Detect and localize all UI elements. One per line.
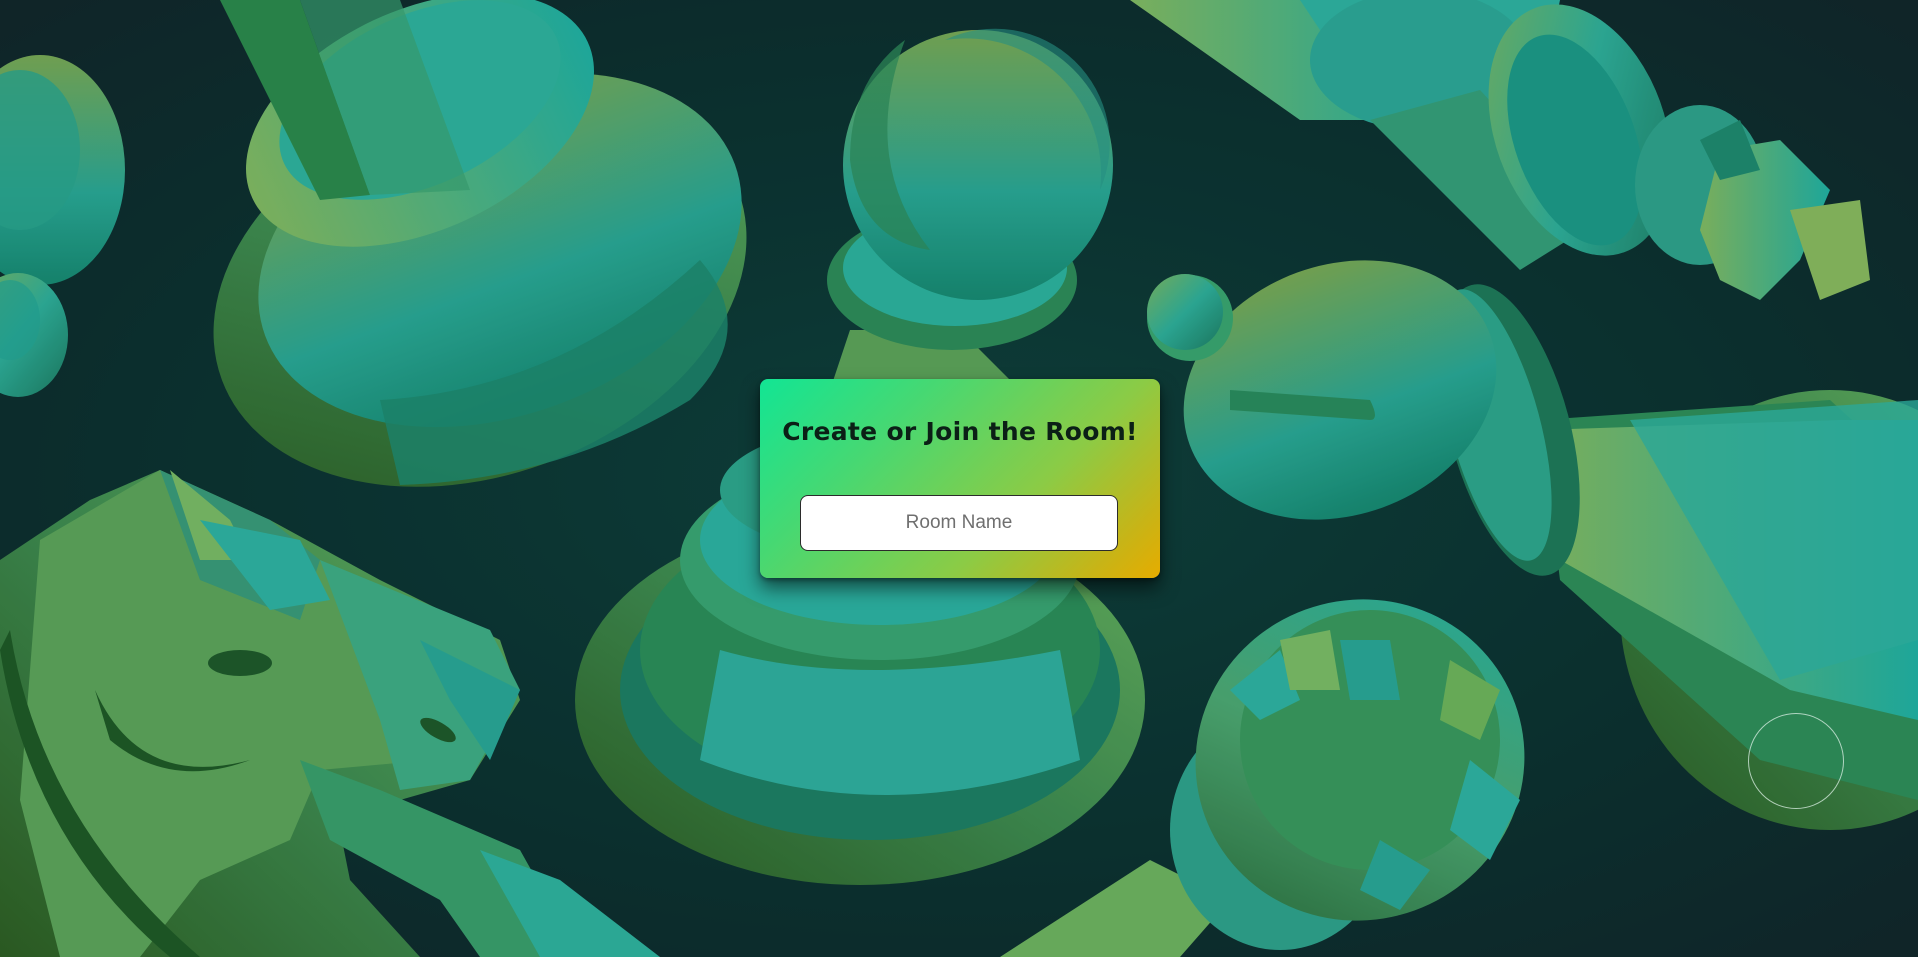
room-name-input[interactable]	[800, 495, 1118, 551]
room-card: Create or Join the Room!	[760, 379, 1160, 578]
cursor-ring-icon	[1748, 713, 1844, 809]
room-card-title: Create or Join the Room!	[782, 417, 1138, 446]
